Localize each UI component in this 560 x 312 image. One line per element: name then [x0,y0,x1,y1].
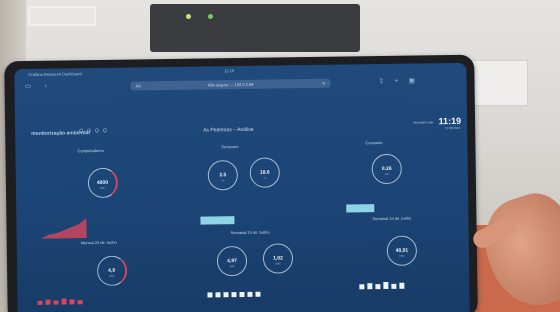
bar [367,283,373,290]
gauge-water: 2.5 m³ [207,160,239,191]
bar [239,291,245,298]
gauge-temperature: 18.6 °C [249,157,280,188]
bar [53,300,59,305]
tablet: Grafana Research Dashboard 11:19 ▭ ‹ AA … [4,54,478,312]
bar [383,281,389,290]
gauge-unit: kWh [399,254,405,258]
section-title-right: Consumo [365,140,383,146]
url-bar[interactable]: AA Não seguro — 192.0.2.86 ↻ [130,78,331,91]
gauge-middle-bottom-1: 4,97 kWh [216,245,248,277]
bar [37,300,43,305]
bar [399,282,405,289]
user-label: Secretária sala [413,120,434,125]
bar [45,299,51,305]
bar [207,292,213,298]
reload-icon[interactable]: ↻ [322,79,325,88]
dashboard-clock: 11:19 [438,115,462,127]
gauge-value: 4,97 [227,258,237,265]
bar [255,291,261,297]
gauge-value: 2.5 [219,172,227,179]
gauge-value: 0.26 [381,165,392,173]
gauge-unit: m³ [221,179,225,183]
status-time: 11:19 [224,68,235,74]
gauge-middle-bottom-2: 1,02 kWh [262,243,294,274]
chart-label-left: Mensal 24 de Junho [80,239,117,246]
gauge-unit: kW [384,172,389,176]
background-panel [28,6,96,26]
bar [375,284,381,290]
gauge-value: 1,02 [273,255,283,262]
new-tab-icon[interactable]: + [394,77,398,86]
white-bars-middle [207,291,261,298]
bar [61,298,67,305]
bar [215,292,221,298]
gauge-value: 48,91 [395,247,409,254]
chart-label-right: Semanal 24 de Junho [372,215,412,222]
cyan-bar-middle [200,216,235,225]
bar [359,284,365,290]
gauge-unit: °C [263,176,267,180]
dashboard-date: 17.06.2021 [445,125,461,131]
bar [391,283,397,289]
tabs-icon[interactable]: ▣ [408,77,415,86]
dashboard-tab[interactable]: Q [103,128,107,134]
gauge-value: 4000 [96,179,109,187]
gauge-unit: kWh [229,265,235,269]
red-area-chart [40,218,87,239]
share-icon[interactable]: ⇪ [378,77,384,86]
background-box [466,60,528,106]
bar [69,299,75,305]
section-title-middle: Sensores [221,144,239,150]
gauge-energy: 4000 kWh [87,167,119,199]
background-equipment [150,4,360,52]
reader-button[interactable]: AA [135,81,141,90]
chart-label-middle: Semanal 24 de Junho [230,229,270,236]
dashboard-tabs: Q Q Q Q [79,128,107,134]
led-icon [208,14,213,19]
gauge-value: 18.6 [259,169,270,176]
sidebar-icon[interactable]: ▭ [24,82,31,91]
gauge-left-bottom: 4,9 kWh [96,255,128,287]
red-bars-chart [37,298,83,305]
photo-scene: Grafana Research Dashboard 11:19 ▭ ‹ AA … [0,0,560,312]
gauge-unit: kWh [109,274,115,278]
tablet-screen: Grafana Research Dashboard 11:19 ▭ ‹ AA … [14,62,470,312]
app-name: Grafana Research Dashboard [28,71,82,77]
dashboard-tab[interactable]: Q [95,128,99,134]
dashboard-title: As Pedreiras – Análise [203,126,254,134]
bar [247,291,253,297]
white-bars-right [359,281,405,290]
cyan-bar-right [346,204,375,213]
back-icon[interactable]: ‹ [44,82,46,91]
bar [223,292,229,298]
gauge-unit: kWh [99,186,105,190]
bar [77,300,83,305]
dashboard-tab[interactable]: Q [87,128,91,134]
bar [231,292,237,298]
dashboard-tab[interactable]: Q [79,128,83,134]
gauge-value: 4,9 [108,267,116,274]
section-title-left: Computadores [77,147,104,154]
gauge-right-bottom: 48,91 kWh [386,235,418,266]
url-text: Não seguro — 192.0.2.86 [207,81,254,88]
led-icon [186,14,191,19]
gauge-power: 0.26 kW [371,153,402,185]
gauge-unit: kWh [275,262,281,266]
